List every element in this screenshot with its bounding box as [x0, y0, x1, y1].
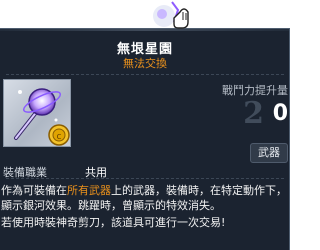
- scissors-note: 若使用時裝神奇剪刀，該道具可進行一次交易!: [1, 216, 226, 229]
- gold-coin-icon: c: [48, 124, 70, 146]
- category-badge: 武器: [250, 143, 288, 163]
- item-icon-frame: c: [3, 79, 71, 147]
- svg-text:c: c: [57, 132, 62, 142]
- item-description: 作為可裝備在所有武器上的武器，裝備時，在特定動作下，顯示銀河效果。跳躍時，曾顯示…: [1, 184, 287, 212]
- tradeability-label: 無法交換: [123, 57, 167, 70]
- divider: [6, 74, 284, 75]
- divider: [6, 178, 284, 179]
- power-watermark: 2: [243, 96, 264, 131]
- highlight-all-weapons: 所有武器: [67, 184, 111, 197]
- hand-cursor-icon: [153, 1, 189, 29]
- power-increase-value: 0: [272, 101, 288, 126]
